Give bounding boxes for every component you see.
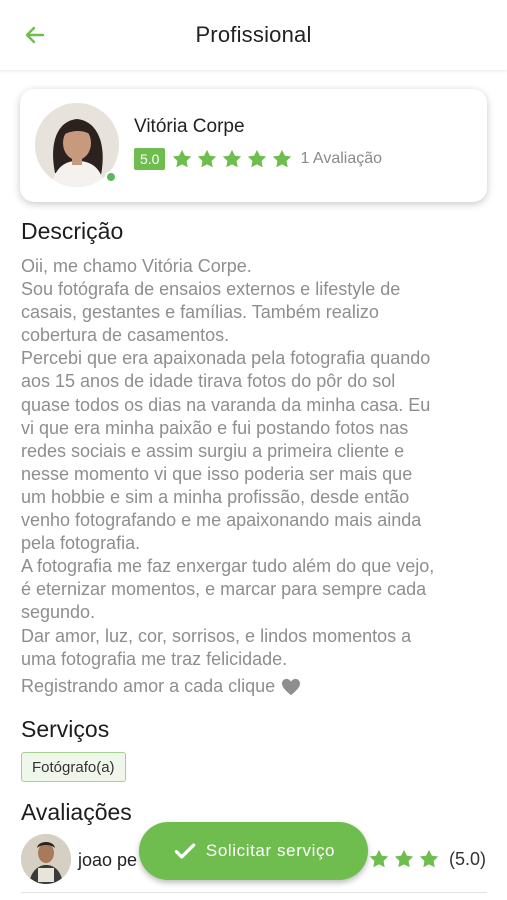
star-icon [173,149,192,168]
reviews-title: Avaliações [21,799,132,825]
description-line: cobertura de casamentos. [21,325,230,346]
description-signoff: Registrando amor a cada clique [21,676,301,697]
star-icon [369,849,389,868]
star-icon [198,149,217,168]
description-line: A fotografia me faz enxergar tudo além d… [21,556,435,577]
heart-icon [282,678,301,695]
star-icon [394,849,414,868]
rating-stars [171,148,296,170]
profile-avatar-wrap[interactable] [35,103,119,187]
description-line: Sou fotógrafa de ensaios externos e life… [21,279,401,300]
app-header: Profissional [0,0,507,70]
description-line: uma fotografia me traz felicidade. [21,648,288,669]
description-line: Oii, me chamo Vitória Corpe. [21,256,252,276]
request-service-button[interactable]: Solicitar serviço [139,822,368,880]
reviewer-name: joao pe [78,850,138,870]
description-line: é eternizar momentos, e marcar para semp… [21,579,427,600]
rating-row: 5.0 1 Avaliação [134,148,382,170]
service-chip[interactable]: Fotógrafo(a) [21,752,126,782]
description-line: redes sociais e assim surgiu a primeira … [21,440,405,461]
star-icon [273,149,292,168]
divider [21,892,487,893]
page-title: Profissional [195,22,312,47]
signoff-text: Registrando amor a cada clique [21,676,276,696]
description-text: Oii, me chamo Vitória Corpe. Sou fotógra… [21,255,491,671]
description-line: Dar amor, luz, cor, sorrisos, e lindos m… [21,625,412,646]
check-icon [174,843,196,859]
reviewer-avatar [21,834,71,884]
star-icon [419,849,439,868]
star-icon [248,149,267,168]
review-score: (5.0) [448,849,486,869]
online-status-dot [105,171,117,183]
description-line: nesse momento vi que isso poderia ser ma… [21,463,413,484]
review-count[interactable]: 1 Avaliação [300,150,382,168]
description-line: vi que era minha paixão e fui postando f… [21,417,409,438]
description-line: Percebi que era apaixonada pela fotograf… [21,348,431,369]
description-line: pela fotografia. [21,533,141,554]
description-line: segundo. [21,602,96,623]
description-title: Descrição [21,218,124,244]
profile-card: Vitória Corpe 5.0 1 Avaliação [20,89,487,202]
review-stars [365,848,440,870]
services-title: Serviços [21,716,110,742]
back-button[interactable] [18,20,52,50]
arrow-left-icon [25,26,45,44]
rating-badge: 5.0 [134,148,166,170]
star-icon [223,149,242,168]
request-service-label: Solicitar serviço [205,841,336,860]
description-line: casais, gestantes e famílias. Também rea… [21,302,379,323]
description-line: um hobbie e sim a minha profissão, desde… [21,486,410,507]
description-line: aos 15 anos de idade tirava fotos do pôr… [21,371,396,392]
description-line: venho fotografando e me apaixonando mais… [21,510,422,531]
description-line: quase todos os dias na varanda da minha … [21,394,431,415]
professional-name: Vitória Corpe [134,116,245,137]
